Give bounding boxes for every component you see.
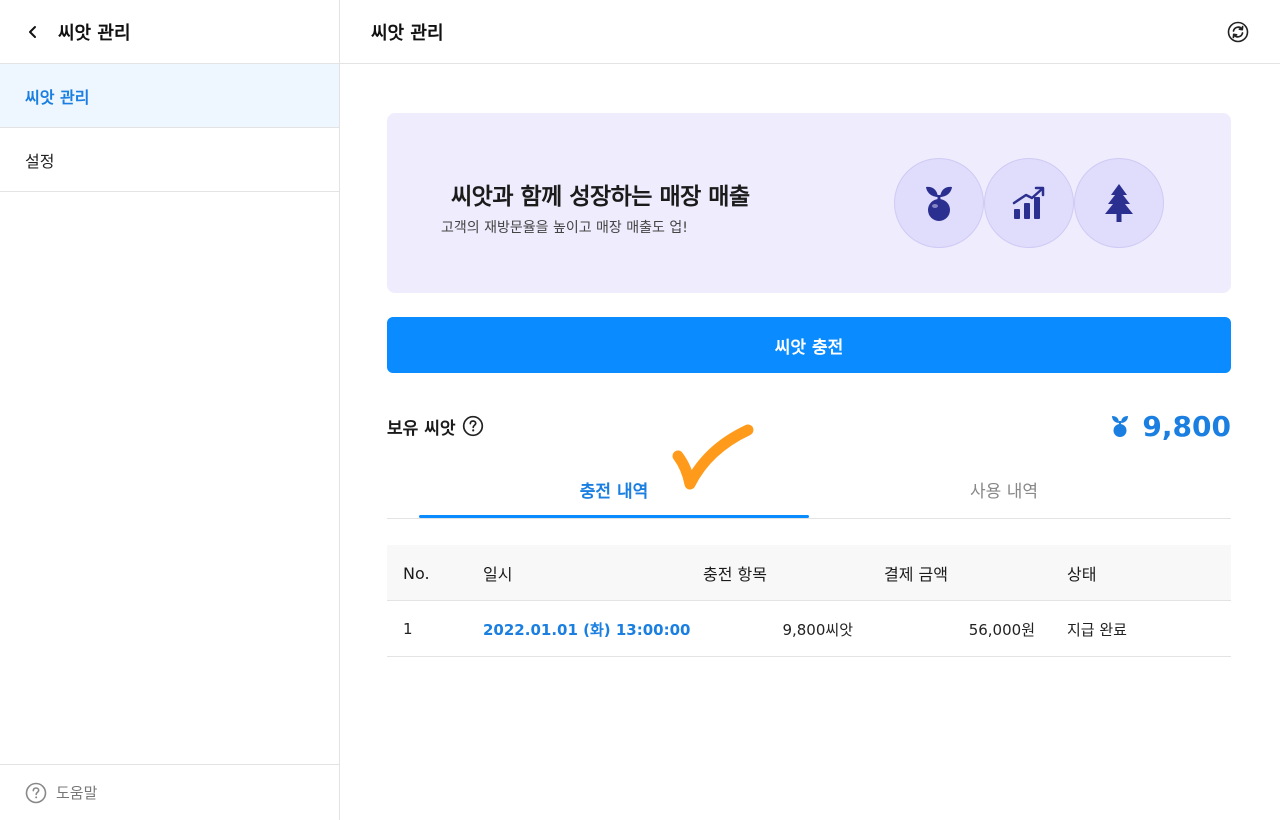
history-tabs: 충전 내역 사용 내역 [387, 460, 1231, 519]
tab-usage-history[interactable]: 사용 내역 [809, 460, 1199, 518]
charge-seed-button[interactable]: 씨앗 충전 [387, 317, 1231, 373]
sidebar-item-label: 씨앗 관리 [25, 87, 90, 107]
tree-icon [1105, 184, 1133, 222]
table-header: No. 일시 충전 항목 결제 금액 상태 [387, 545, 1231, 601]
question-circle-icon[interactable] [462, 415, 484, 437]
banner-subtitle: 고객의 재방문율을 높이고 매장 매출도 업! [441, 220, 688, 236]
growth-circle [984, 158, 1074, 248]
tab-charge-history[interactable]: 충전 내역 [419, 460, 809, 518]
col-header-status: 상태 [1067, 565, 1097, 584]
col-header-no: No. [403, 563, 430, 583]
cell-status: 지급 완료 [1067, 620, 1127, 639]
question-circle-icon [25, 782, 47, 803]
growth-chart-icon [1012, 186, 1045, 219]
tab-label: 사용 내역 [970, 481, 1038, 502]
table-row: 1 2022.01.01 (화) 13:00:00 9,800씨앗 56,000… [387, 601, 1231, 657]
chevron-left-icon [29, 25, 36, 38]
cell-date-link[interactable]: 2022.01.01 (화) 13:00:00 [483, 601, 690, 657]
charge-seed-label: 씨앗 충전 [774, 337, 844, 358]
cell-amount: 56,000원 [968, 620, 1035, 639]
page-title: 씨앗 관리 [371, 22, 444, 44]
col-header-date: 일시 [483, 565, 513, 584]
main-header: 씨앗 관리 [340, 0, 1280, 64]
back-button[interactable] [22, 21, 44, 43]
refresh-button[interactable] [1226, 20, 1250, 44]
col-header-item: 충전 항목 [703, 565, 767, 584]
balance-amount: 9,800 [1110, 408, 1231, 444]
sidebar-item-label: 설정 [25, 151, 55, 171]
sidebar: 씨앗 관리 씨앗 관리 설정 도움말 [0, 0, 340, 820]
seed-circle [894, 158, 984, 248]
balance-label: 보유 씨앗 [387, 418, 456, 439]
tab-label: 충전 내역 [579, 481, 649, 502]
banner-title: 씨앗과 함께 성장하는 매장 매출 [451, 184, 750, 210]
col-header-amount: 결제 금액 [884, 565, 948, 584]
sidebar-item-settings[interactable]: 설정 [0, 128, 339, 192]
seed-icon [926, 186, 952, 221]
cell-no: 1 [403, 620, 413, 638]
help-label: 도움말 [56, 784, 98, 802]
promo-banner: 씨앗과 함께 성장하는 매장 매출 고객의 재방문율을 높이고 매장 매출도 업… [387, 113, 1231, 293]
sidebar-item-seed-management[interactable]: 씨앗 관리 [0, 64, 339, 128]
help-link[interactable]: 도움말 [0, 764, 339, 820]
refresh-icon [1227, 21, 1249, 42]
seed-icon [1112, 416, 1129, 437]
sidebar-header: 씨앗 관리 [0, 0, 339, 64]
sidebar-title: 씨앗 관리 [58, 22, 131, 44]
cell-item: 9,800씨앗 [782, 620, 853, 639]
tree-circle [1074, 158, 1164, 248]
main-content: 씨앗 관리 씨앗과 함께 성장하는 매장 매출 고객의 재방문율을 높이고 매장… [340, 0, 1280, 820]
active-tab-indicator [419, 515, 809, 518]
balance-label-row: 보유 씨앗 [387, 413, 484, 439]
balance-amount-value: 9,800 [1142, 409, 1231, 443]
charge-history-table: No. 일시 충전 항목 결제 금액 상태 1 2022.01.01 (화) 1… [387, 545, 1231, 657]
